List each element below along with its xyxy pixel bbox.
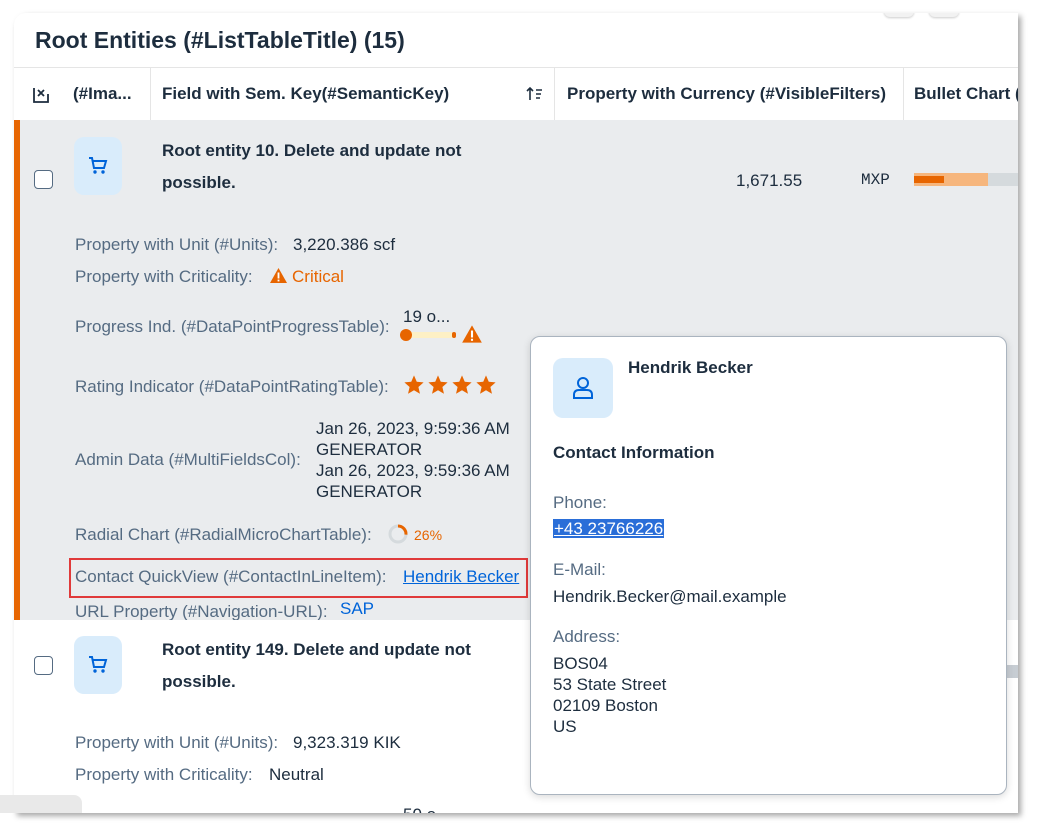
contact-name: Hendrik Becker	[628, 358, 753, 377]
progress-text: 50 o...	[403, 805, 450, 813]
table-header: (#Ima... Field with Sem. Key(#SemanticKe…	[14, 67, 1018, 121]
radial-micro-chart	[388, 524, 408, 544]
table-title: Root Entities (#ListTableTitle) (15)	[35, 27, 405, 53]
email-label: E-Mail:	[553, 560, 606, 579]
status-tag	[0, 795, 82, 813]
criticality-value: Critical	[269, 267, 344, 287]
radial-label: Radial Chart (#RadialMicroChartTable):	[75, 525, 372, 544]
column-header-semantic-key[interactable]: Field with Sem. Key(#SemanticKey)	[162, 68, 462, 120]
unit-value: 3,220.386 scf	[293, 235, 396, 254]
star-icon	[428, 375, 448, 394]
entity-title[interactable]: Root entity 10. Delete and update not po…	[162, 135, 461, 199]
row-highlight-marker	[14, 120, 20, 620]
progress-text: 19 o...	[403, 307, 451, 326]
url-link[interactable]: SAP	[340, 599, 374, 619]
address-label: Address:	[553, 627, 621, 646]
column-header-bullet-chart[interactable]: Bullet Chart (	[914, 68, 1018, 120]
sort-ascending-icon[interactable]	[526, 68, 550, 120]
unit-value: 9,323.319 KIK	[293, 733, 401, 752]
star-icon	[476, 375, 496, 394]
star-icon	[404, 375, 424, 394]
progress-indicator	[400, 329, 456, 341]
column-header-image[interactable]: (#Ima...	[73, 68, 148, 120]
progress-label: Progress Ind. (#DataPointProgressTable):	[75, 317, 390, 336]
url-label: URL Property (#Navigation-URL):	[75, 602, 328, 621]
contact-section-title: Contact Information	[553, 443, 715, 462]
highlight-box	[69, 558, 528, 598]
unit-label: Property with Unit (#Units):	[75, 733, 279, 752]
entity-title[interactable]: Root entity 149. Delete and update not p…	[162, 634, 471, 698]
warning-icon	[270, 268, 287, 283]
rating-indicator	[403, 374, 497, 396]
criticality-label: Property with Criticality:	[75, 267, 253, 286]
warning-icon	[462, 325, 482, 343]
email-link[interactable]: Hendrik.Becker@mail.example	[553, 586, 787, 607]
criticality-value: Neutral	[269, 765, 324, 784]
unit-label: Property with Unit (#Units):	[75, 235, 279, 254]
phone-value[interactable]: +43 23766226	[553, 518, 665, 539]
address-value: BOS04 53 State Street 02109 Boston US	[553, 654, 667, 736]
progress-indicator-fill	[400, 329, 412, 341]
bullet-chart	[914, 173, 1018, 186]
admin-values: Jan 26, 2023, 9:59:36 AM GENERATOR Jan 2…	[316, 419, 510, 501]
criticality-label: Property with Criticality:	[75, 765, 253, 784]
rating-label: Rating Indicator (#DataPointRatingTable)…	[75, 377, 389, 396]
bullet-chart-actual-bar	[914, 176, 944, 183]
person-icon	[553, 358, 613, 418]
cart-icon	[74, 137, 122, 195]
star-icon	[452, 375, 472, 394]
amount-value: 1,671.55	[736, 171, 803, 190]
currency-code: MXP	[861, 171, 890, 189]
phone-label: Phone:	[553, 493, 607, 512]
cart-icon	[74, 636, 122, 694]
radial-value: 26%	[414, 527, 443, 543]
row-checkbox[interactable]	[34, 170, 53, 189]
contact-quickview-popover: Hendrik Becker Contact Information Phone…	[530, 336, 1007, 795]
admin-label: Admin Data (#MultiFieldsCol):	[75, 450, 301, 469]
select-all-icon[interactable]	[32, 68, 56, 120]
column-header-currency[interactable]: Property with Currency (#VisibleFilters)	[567, 68, 907, 120]
row-checkbox[interactable]	[34, 656, 53, 675]
